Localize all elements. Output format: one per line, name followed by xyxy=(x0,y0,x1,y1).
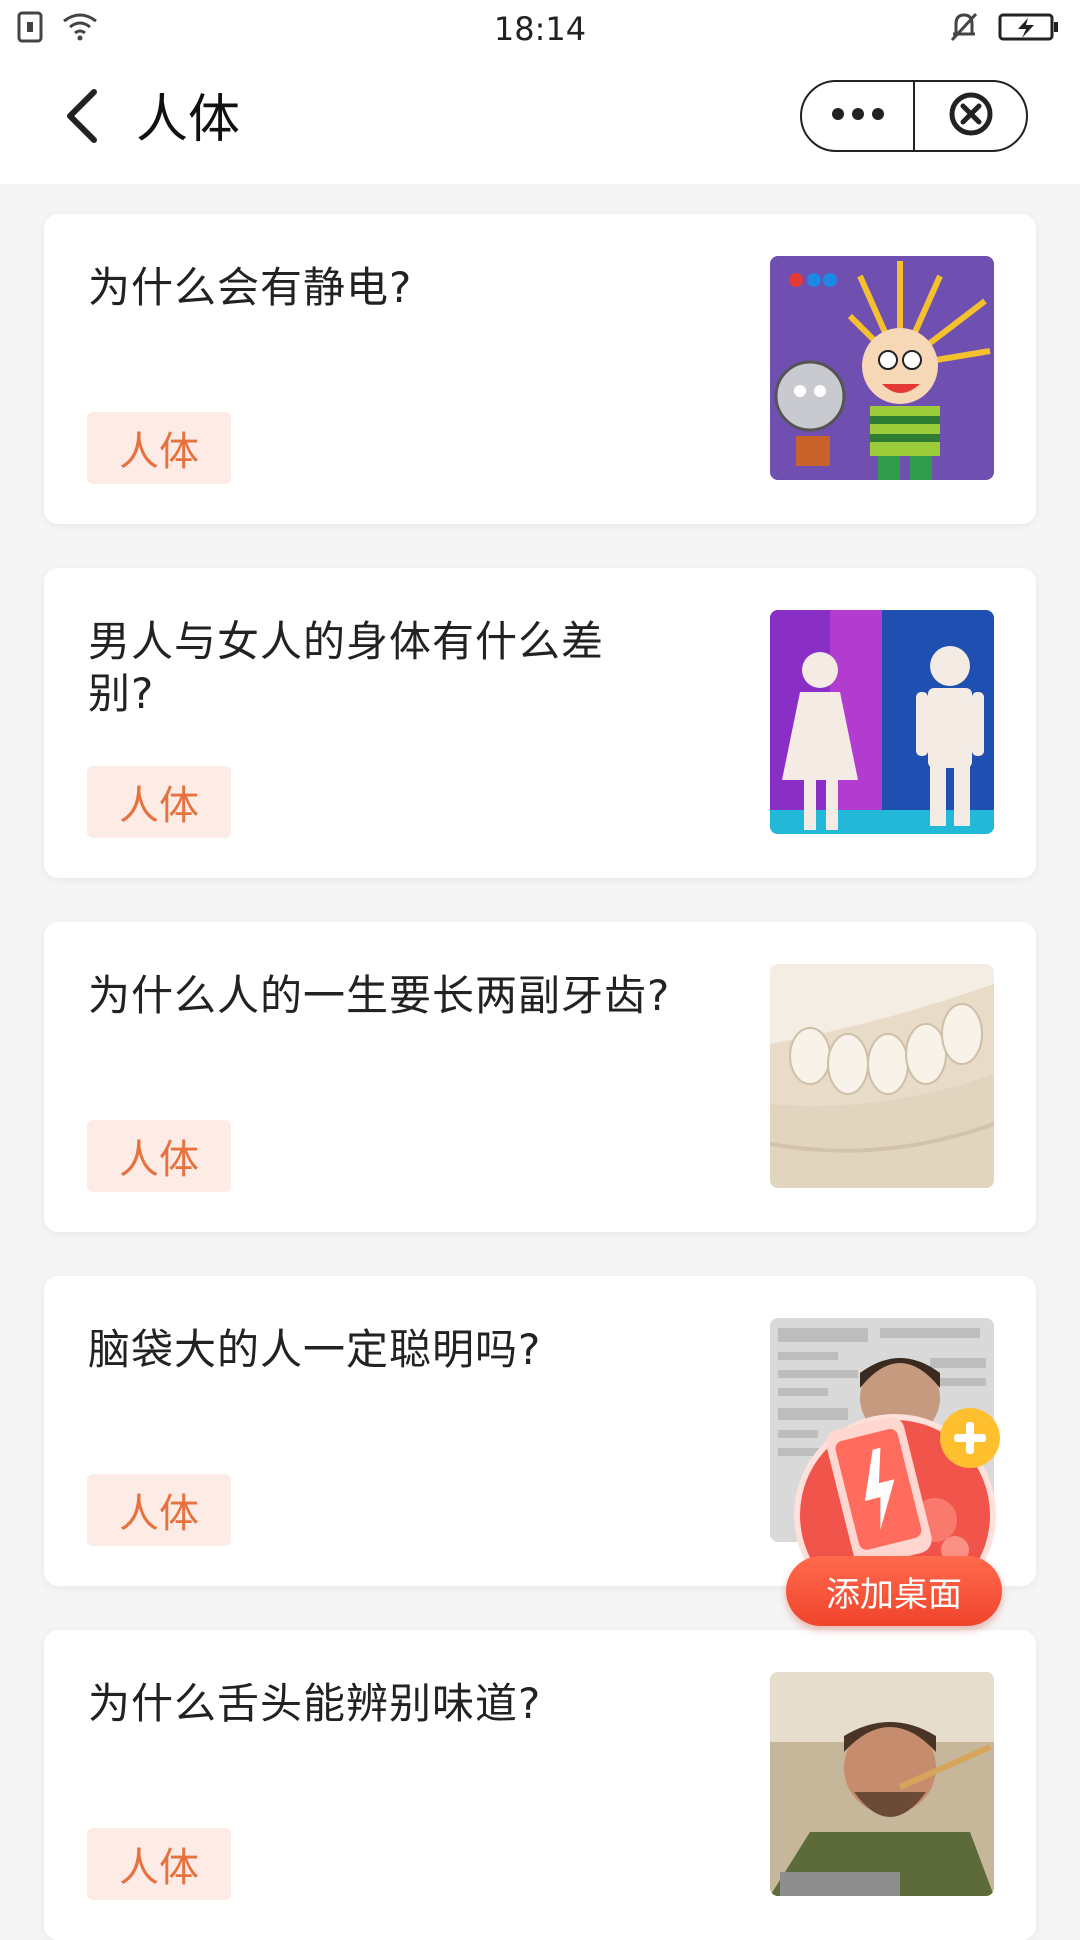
article-tag[interactable]: 人体 xyxy=(87,766,231,838)
status-right-icons xyxy=(948,10,1060,48)
status-bar: 18:14 xyxy=(0,0,1080,58)
battery-charging-icon xyxy=(998,12,1060,46)
article-thumbnail xyxy=(770,610,994,834)
article-thumbnail xyxy=(770,256,994,480)
article-tag[interactable]: 人体 xyxy=(87,412,231,484)
article-card[interactable]: 为什么舌头能辨别味道? 人体 xyxy=(44,1630,1036,1940)
article-thumbnail xyxy=(770,964,994,1188)
article-tag[interactable]: 人体 xyxy=(87,1120,231,1192)
mini-program-capsule xyxy=(800,80,1028,152)
article-tag[interactable]: 人体 xyxy=(87,1474,231,1546)
more-dots-icon xyxy=(830,106,886,126)
more-button[interactable] xyxy=(802,82,913,150)
back-button[interactable] xyxy=(52,88,112,148)
chevron-left-icon xyxy=(62,86,102,150)
article-title: 为什么会有静电? xyxy=(88,263,413,312)
mute-bell-icon xyxy=(948,10,980,48)
status-time: 18:14 xyxy=(493,10,587,48)
article-card[interactable]: 为什么人的一生要长两副牙齿? 人体 xyxy=(44,922,1036,1232)
article-title: 为什么人的一生要长两副牙齿? xyxy=(88,971,671,1020)
page-title: 人体 xyxy=(136,90,241,150)
close-button[interactable] xyxy=(915,82,1026,150)
article-title: 脑袋大的人一定聪明吗? xyxy=(88,1325,542,1374)
nav-header: 人体 xyxy=(0,58,1080,184)
article-card[interactable]: 男人与女人的身体有什么差别? 人体 xyxy=(44,568,1036,878)
article-tag[interactable]: 人体 xyxy=(87,1828,231,1900)
article-thumbnail xyxy=(770,1672,994,1896)
add-to-desktop-label[interactable]: 添加桌面 xyxy=(786,1556,1002,1626)
article-title: 男人与女人的身体有什么差别? xyxy=(88,617,605,718)
close-circle-icon xyxy=(947,90,995,142)
article-title: 为什么舌头能辨别味道? xyxy=(88,1679,542,1728)
article-card[interactable]: 为什么会有静电? 人体 xyxy=(44,214,1036,524)
